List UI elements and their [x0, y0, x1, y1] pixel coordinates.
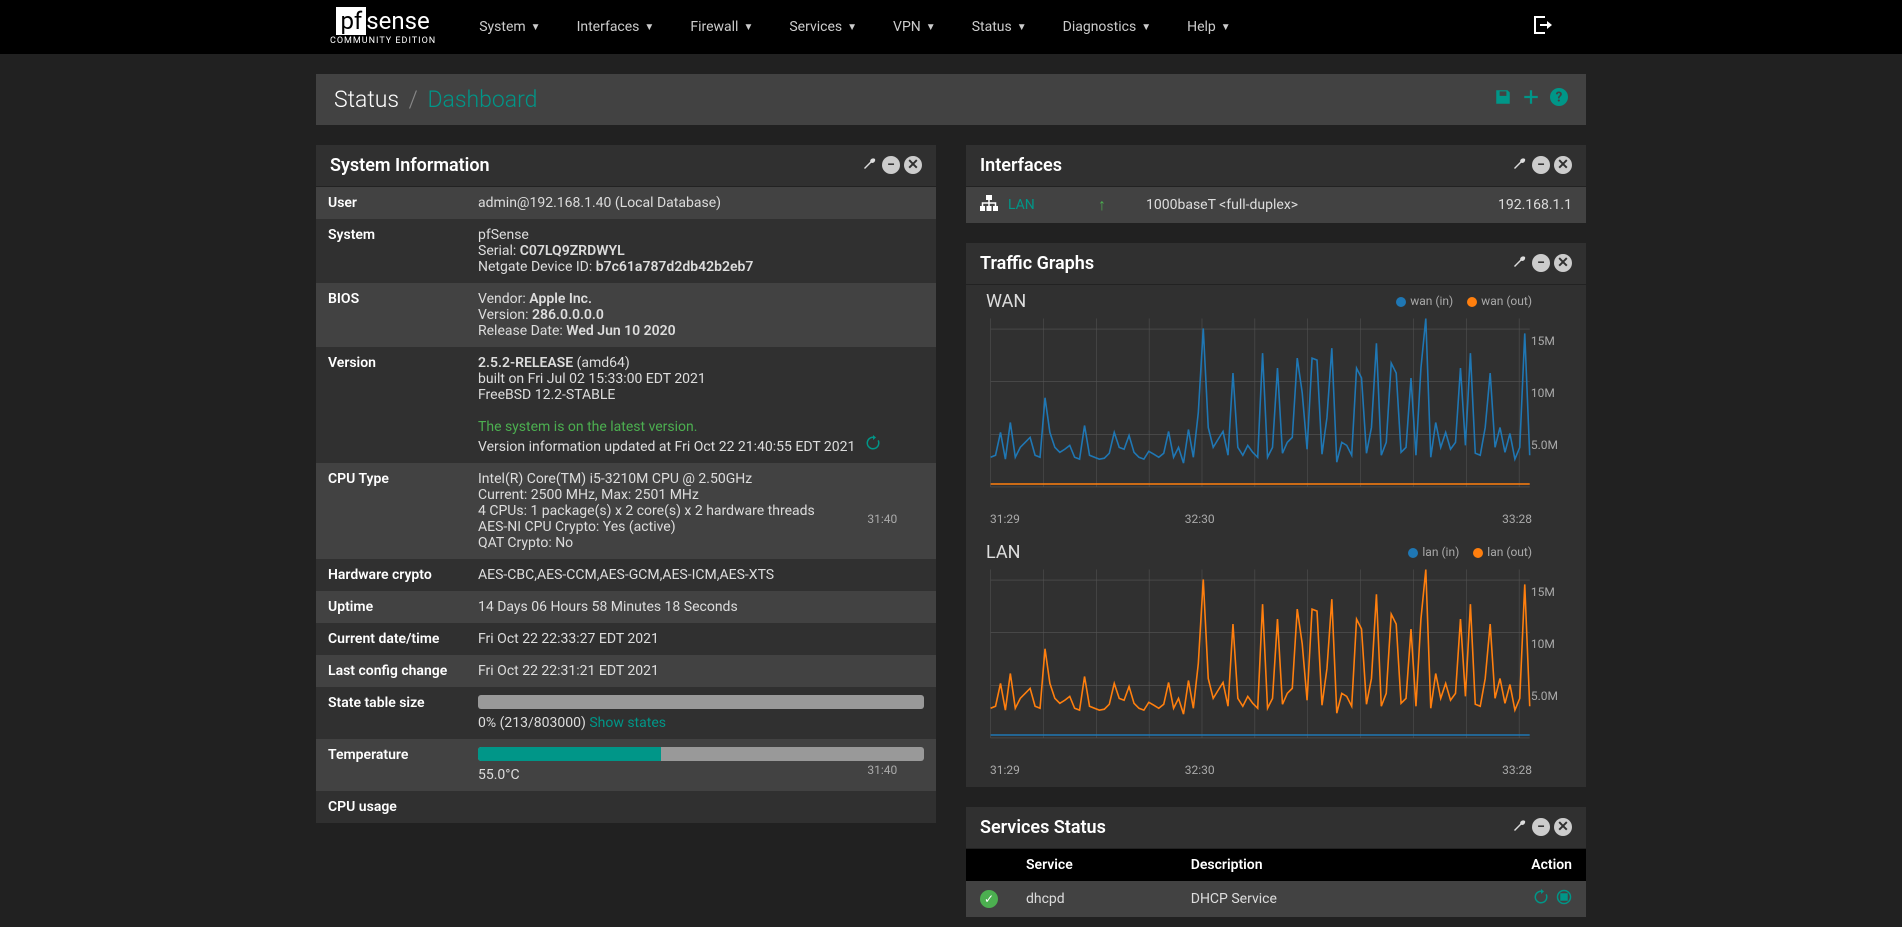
- service-desc: DHCP Service: [1177, 881, 1429, 917]
- nav-menu: System▼ Interfaces▼ Firewall▼ Services▼ …: [461, 0, 1248, 54]
- interface-speed: 1000baseT <full-duplex>: [1146, 197, 1498, 213]
- svc-col-action: Action: [1428, 849, 1586, 881]
- state-progress: [478, 695, 924, 709]
- panel-title: System Information: [330, 155, 490, 176]
- panel-title: Interfaces: [980, 155, 1062, 176]
- uptime-label: Uptime: [316, 591, 466, 623]
- cpuusage-label: CPU usage: [316, 791, 466, 823]
- minimize-icon[interactable]: −: [1532, 254, 1550, 272]
- interfaces-widget: Interfaces − ✕ LAN ↑ 1000baseT <full-dup…: [966, 145, 1586, 223]
- nav-status[interactable]: Status▼: [954, 0, 1045, 54]
- wrench-icon[interactable]: [862, 156, 878, 176]
- lastcfg-value: Fri Oct 22 22:31:21 EDT 2021: [466, 655, 936, 687]
- state-value: 0% (213/803000) Show states: [466, 687, 936, 739]
- bios-label: BIOS: [316, 283, 466, 347]
- version-value: 2.5.2-RELEASE (amd64) built on Fri Jul 0…: [466, 347, 936, 463]
- interface-ip: 192.168.1.1: [1498, 197, 1572, 213]
- network-icon: [980, 195, 998, 215]
- cpu-label: CPU Type: [316, 463, 466, 559]
- breadcrumb-bar: Status / Dashboard ?: [316, 74, 1586, 125]
- version-label: Version: [316, 347, 466, 463]
- show-states-link[interactable]: Show states: [589, 715, 666, 731]
- service-name: dhcpd: [1012, 881, 1177, 917]
- date-value: Fri Oct 22 22:33:27 EDT 2021: [466, 623, 936, 655]
- wan-graph: WAN wan (in) wan (out): [966, 285, 1586, 536]
- top-nav: pfsense COMMUNITY EDITION System▼ Interf…: [0, 0, 1902, 54]
- state-label: State table size: [316, 687, 466, 739]
- breadcrumb-section[interactable]: Status: [334, 86, 399, 113]
- minimize-icon[interactable]: −: [882, 156, 900, 174]
- wrench-icon[interactable]: [1512, 254, 1528, 274]
- cpu-value: Intel(R) Core(TM) i5-3210M CPU @ 2.50GHz…: [466, 463, 936, 559]
- hwcrypto-value: AES-CBC,AES-CCM,AES-GCM,AES-ICM,AES-XTS: [466, 559, 936, 591]
- wan-chart-canvas: [980, 308, 1572, 508]
- refresh-icon[interactable]: [865, 439, 881, 455]
- svc-col-service: Service: [1012, 849, 1177, 881]
- system-value: pfSense Serial: C07LQ9ZRDWYL Netgate Dev…: [466, 219, 936, 283]
- temp-value: 55.0°C: [466, 739, 936, 791]
- panel-title: Traffic Graphs: [980, 253, 1094, 274]
- services-status-widget: Services Status − ✕ Service Description …: [966, 807, 1586, 917]
- nav-services[interactable]: Services▼: [771, 0, 875, 54]
- close-icon[interactable]: ✕: [1554, 254, 1572, 272]
- check-icon: ✓: [980, 890, 998, 908]
- stop-icon[interactable]: [1556, 890, 1572, 909]
- lan-legend: lan (in) lan (out): [980, 545, 1572, 559]
- nav-firewall[interactable]: Firewall▼: [672, 0, 771, 54]
- y-axis-labels: 15M 10M 5.0M: [1531, 334, 1558, 452]
- bios-value: Vendor: Apple Inc. Version: 286.0.0.0.0 …: [466, 283, 936, 347]
- close-icon[interactable]: ✕: [904, 156, 922, 174]
- minimize-icon[interactable]: −: [1532, 818, 1550, 836]
- nav-interfaces[interactable]: Interfaces▼: [559, 0, 673, 54]
- close-icon[interactable]: ✕: [1554, 156, 1572, 174]
- user-value: admin@192.168.1.40 (Local Database): [466, 187, 936, 219]
- hwcrypto-label: Hardware crypto: [316, 559, 466, 591]
- add-widget-icon[interactable]: [1522, 88, 1540, 111]
- y-axis-labels: 15M 10M 5.0M: [1531, 585, 1558, 703]
- interface-name[interactable]: LAN: [1008, 197, 1058, 213]
- close-icon[interactable]: ✕: [1554, 818, 1572, 836]
- system-information-widget: System Information − ✕ Useradmin@192.168…: [316, 145, 936, 823]
- user-label: User: [316, 187, 466, 219]
- wrench-icon[interactable]: [1512, 156, 1528, 176]
- interface-row: LAN ↑ 1000baseT <full-duplex> 192.168.1.…: [966, 187, 1586, 223]
- nav-diagnostics[interactable]: Diagnostics▼: [1045, 0, 1169, 54]
- up-arrow-icon: ↑: [1098, 195, 1106, 215]
- lastcfg-label: Last config change: [316, 655, 466, 687]
- restart-icon[interactable]: [1533, 890, 1549, 909]
- system-label: System: [316, 219, 466, 283]
- uptime-value: 14 Days 06 Hours 58 Minutes 18 Seconds: [466, 591, 936, 623]
- panel-title: Services Status: [980, 817, 1106, 838]
- nav-help[interactable]: Help▼: [1169, 0, 1249, 54]
- help-icon[interactable]: ?: [1550, 88, 1568, 111]
- x-axis-labels: 31:29 31:40 32:30 33:28: [980, 512, 1572, 526]
- logout-icon[interactable]: [1532, 16, 1552, 39]
- x-axis-labels: 31:29 31:40 32:30 33:28: [980, 763, 1572, 777]
- svc-col-desc: Description: [1177, 849, 1429, 881]
- svg-text:?: ?: [1556, 90, 1563, 106]
- temp-label: Temperature: [316, 739, 466, 791]
- date-label: Current date/time: [316, 623, 466, 655]
- nav-vpn[interactable]: VPN▼: [875, 0, 954, 54]
- logo[interactable]: pfsense COMMUNITY EDITION: [330, 9, 436, 46]
- temp-progress: [478, 747, 924, 761]
- save-icon[interactable]: [1494, 88, 1512, 111]
- lan-graph: LAN lan (in) lan (out): [966, 536, 1586, 787]
- wrench-icon[interactable]: [1512, 818, 1528, 838]
- minimize-icon[interactable]: −: [1532, 156, 1550, 174]
- wan-legend: wan (in) wan (out): [980, 294, 1572, 308]
- breadcrumb: Status / Dashboard: [334, 86, 537, 113]
- breadcrumb-page[interactable]: Dashboard: [427, 86, 537, 113]
- traffic-graphs-widget: Traffic Graphs − ✕ WAN wan (in) wan (out…: [966, 243, 1586, 787]
- lan-chart-canvas: [980, 559, 1572, 759]
- service-row: ✓ dhcpd DHCP Service: [966, 881, 1586, 917]
- nav-system[interactable]: System▼: [461, 0, 558, 54]
